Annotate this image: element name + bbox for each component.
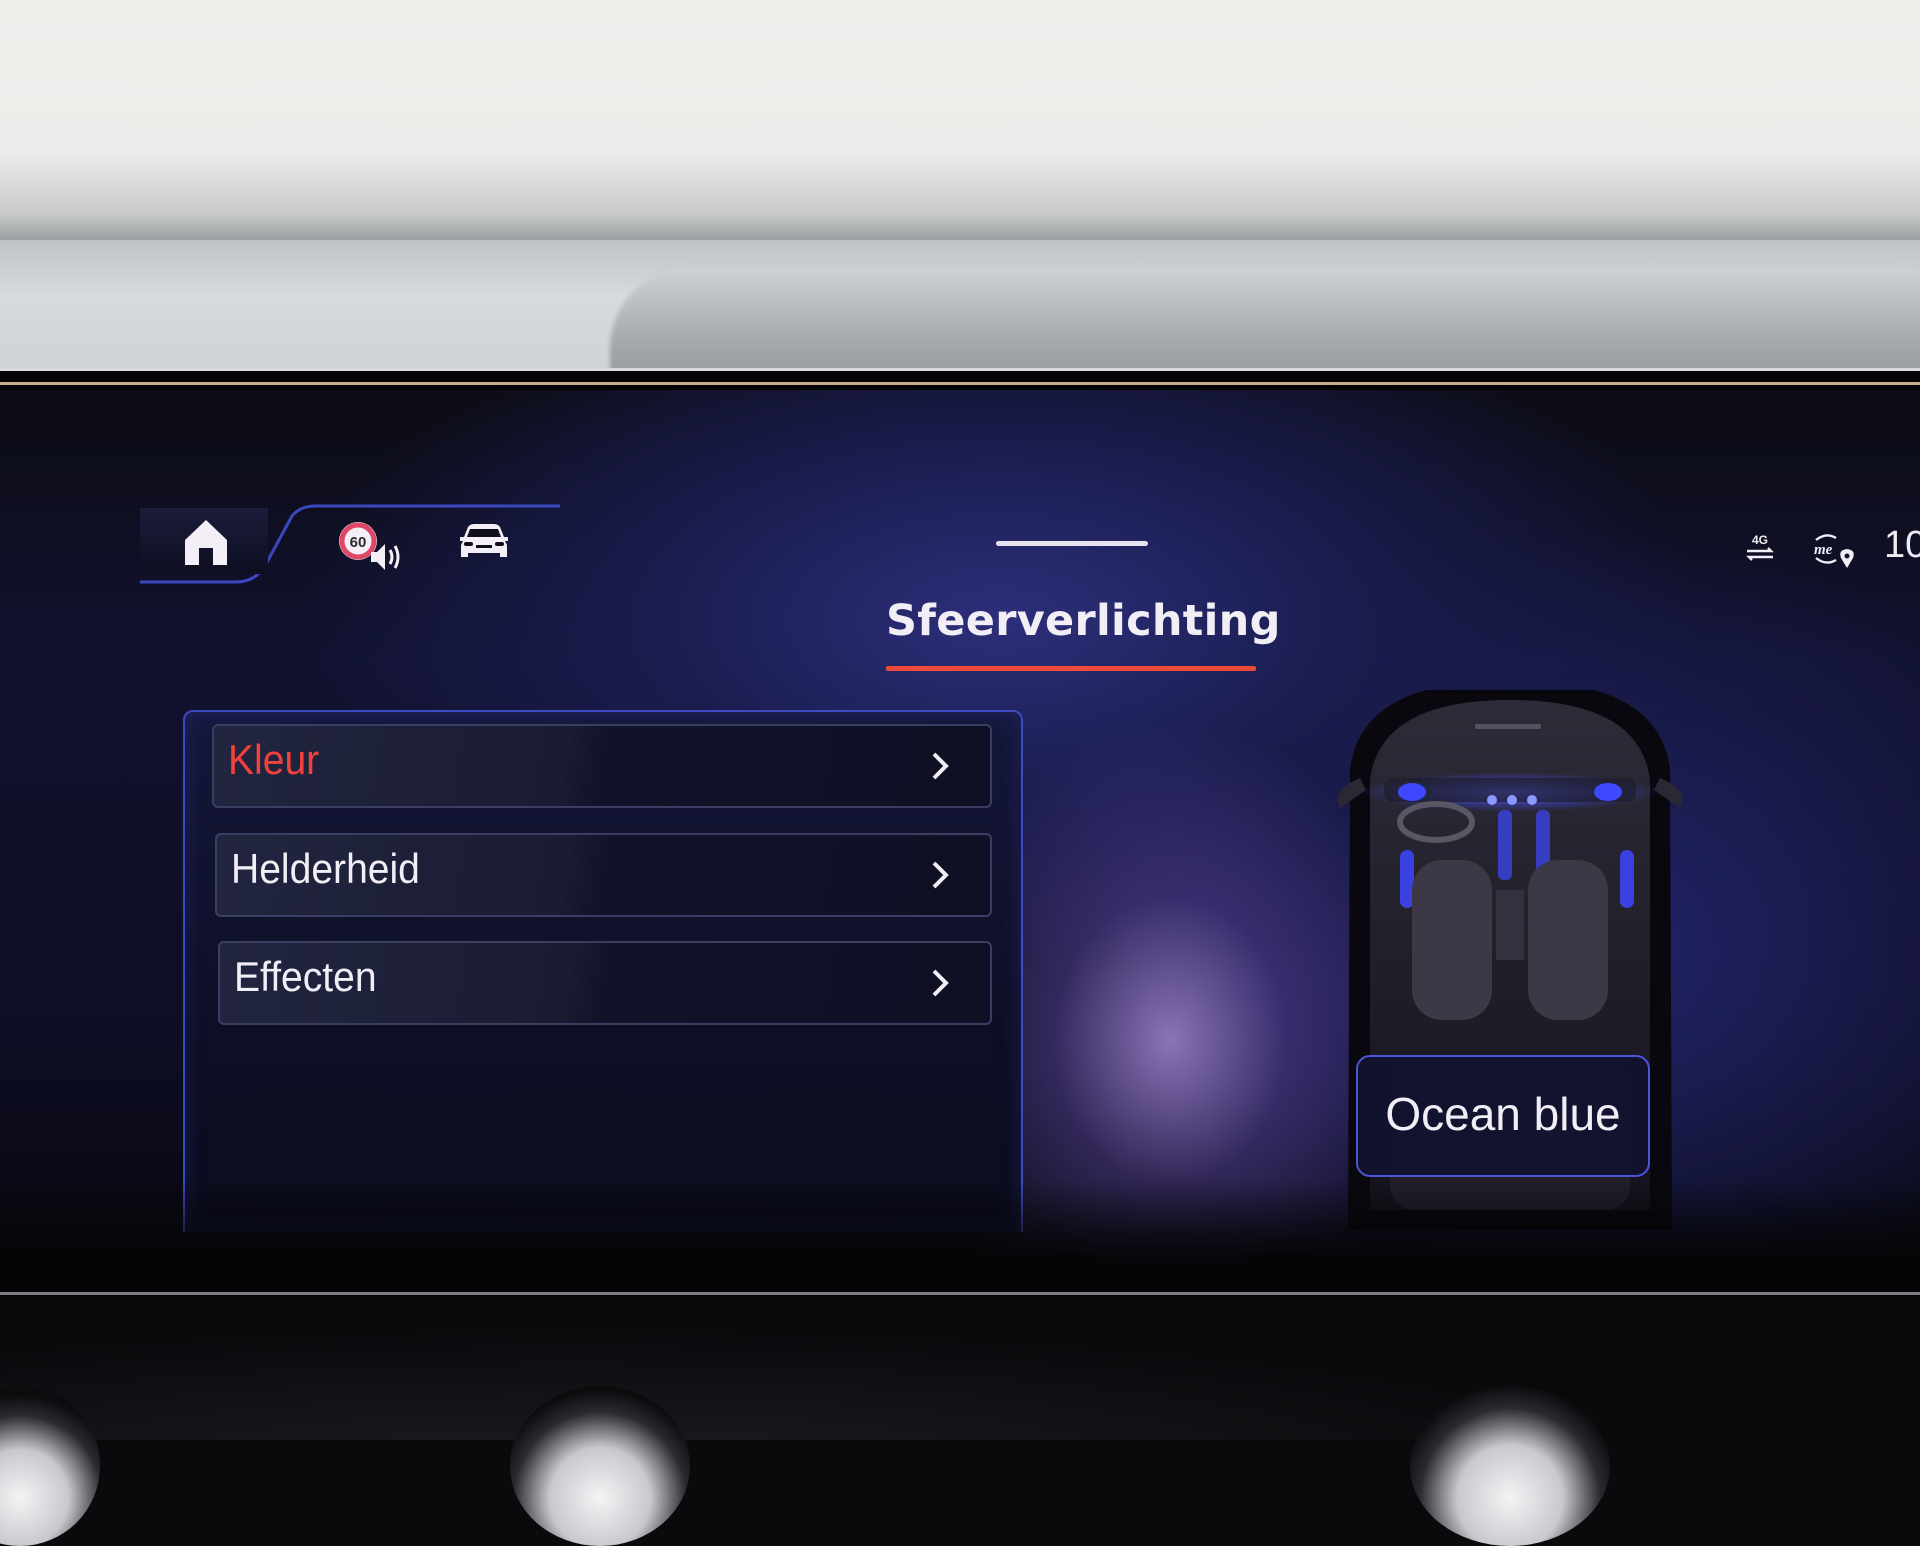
menu-item-effecten[interactable]: Effecten [218, 941, 992, 1025]
bezel-trim-line [0, 382, 1920, 385]
menu-item-label: Helderheid [231, 845, 420, 892]
page-title: Sfeerverlichting [886, 596, 1281, 646]
chevron-right-icon [932, 752, 949, 780]
screen-bottom-edge [0, 1180, 1920, 1290]
chevron-right-icon [932, 969, 949, 997]
background-ceiling [0, 0, 1920, 250]
console-knob [0, 1386, 100, 1546]
selected-color-label[interactable]: Ocean blue [1356, 1055, 1650, 1177]
mercedes-me-location-icon: me [1814, 534, 1854, 568]
console-knob [1410, 1386, 1610, 1546]
infotainment-screen: 60 4G me 10 Sfeerverlichting Kleur Helde… [0, 390, 1920, 1290]
title-underline [886, 666, 1256, 671]
center-console [0, 1296, 1920, 1546]
network-4g-icon: 4G [1746, 533, 1774, 561]
selected-color-text: Ocean blue [1385, 1088, 1621, 1140]
menu-item-label: Effecten [234, 953, 377, 1000]
speed-limit-badge-text: 60 [350, 534, 367, 551]
car-front-icon[interactable] [458, 523, 510, 561]
console-knob [510, 1386, 690, 1546]
bottom-trim-line [0, 1292, 1920, 1295]
speed-limit-60-audio-icon[interactable]: 60 [337, 520, 405, 572]
menu-item-kleur[interactable]: Kleur [212, 724, 992, 808]
chevron-right-icon [932, 861, 949, 889]
network-type-text: 4G [1752, 533, 1768, 547]
clock: 10 [1884, 524, 1920, 566]
svg-text:me: me [1814, 542, 1833, 558]
home-icon[interactable] [183, 518, 229, 566]
menu-item-helderheid[interactable]: Helderheid [215, 833, 992, 917]
page-indicator [996, 541, 1148, 546]
menu-item-label: Kleur [228, 736, 320, 783]
